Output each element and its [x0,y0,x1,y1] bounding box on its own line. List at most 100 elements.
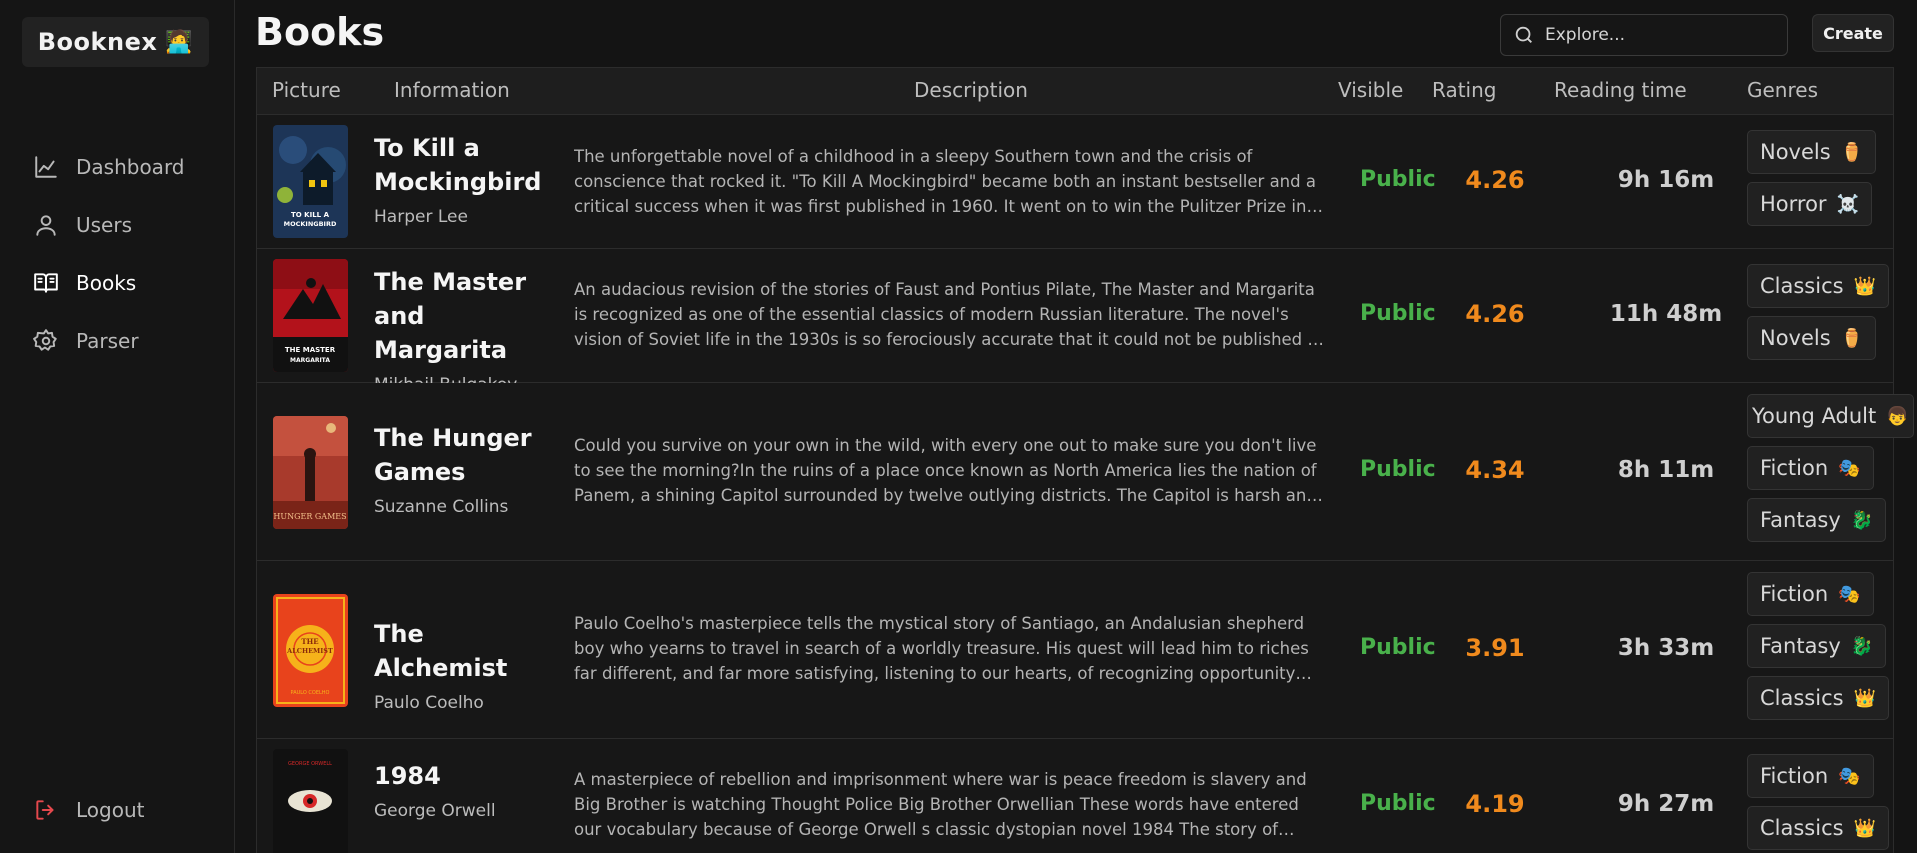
sidebar-item-users[interactable]: Users [0,196,235,254]
svg-text:GEORGE ORWELL: GEORGE ORWELL [288,761,332,767]
book-title[interactable]: The Alchemist [374,617,564,685]
create-button[interactable]: Create [1812,14,1894,52]
logout-section: Logout [0,781,235,839]
main-content: Books Create Picture Information Descrip… [235,0,1917,853]
sidebar-item-label: Books [76,271,137,295]
book-title[interactable]: 1984 [374,759,564,793]
reading-time: 9h 27m [1617,791,1715,817]
book-description: The unforgettable novel of a childhood i… [574,147,1316,216]
logout-icon [32,796,60,824]
book-info: The Hunger Games Suzanne Collins [374,421,564,517]
table-row[interactable]: GEORGE ORWELL 1984 George Orwell A maste… [257,739,1893,853]
book-author: Paulo Coelho [374,693,484,713]
visibility-status: Public [1360,167,1436,192]
search-input[interactable] [1545,25,1775,45]
visibility-status: Public [1360,301,1436,326]
book-rating: 4.26 [1465,300,1525,328]
reading-time: 3h 33m [1617,635,1715,661]
table-row[interactable]: TO KILL A MOCKINGBIRD To Kill a Mockingb… [257,115,1893,249]
column-header-genres[interactable]: Genres [1747,78,1818,102]
genre-list: Classics 👑 Novels ⚱️ [1747,264,1889,368]
reading-time: 9h 16m [1617,167,1715,193]
logout-button[interactable]: Logout [0,781,235,839]
book-cover[interactable]: THE MASTER MARGARITA [273,259,348,372]
reading-time: 8h 11m [1617,457,1715,483]
brand-emoji: 🧑‍💻 [165,29,194,55]
brand-name: Booknex [37,28,158,56]
book-rating: 4.19 [1465,790,1525,818]
book-rating: 3.91 [1465,634,1525,662]
page-title: Books [255,10,385,54]
table-row[interactable]: THE MASTER MARGARITA The Master and Marg… [257,249,1893,395]
book-info: 1984 George Orwell [374,759,564,821]
book-description: Paulo Coelho's masterpiece tells the mys… [574,614,1309,683]
visibility-status: Public [1360,635,1436,660]
sidebar: Booknex 🧑‍💻 Dashboard Users Books [0,0,235,853]
genre-tag[interactable]: Young Adult 👦 [1747,394,1914,438]
book-cover[interactable]: THE ALCHEMIST PAULO COELHO [273,594,348,707]
column-header-information[interactable]: Information [394,78,510,102]
column-header-rating[interactable]: Rating [1432,78,1496,102]
sidebar-item-books[interactable]: Books [0,254,235,312]
genre-list: Fiction 🎭 Fantasy 🐉 Classics 👑 [1747,572,1889,728]
search-icon [1515,26,1532,43]
table-row[interactable]: THE ALCHEMIST PAULO COELHO The Alchemist… [257,561,1893,739]
book-info: To Kill a Mockingbird Harper Lee [374,131,564,227]
svg-text:PAULO COELHO: PAULO COELHO [291,690,330,696]
book-icon [32,269,60,297]
svg-text:ALCHEMIST: ALCHEMIST [286,647,333,655]
chart-icon [32,153,60,181]
column-header-visible[interactable]: Visible [1338,78,1403,102]
books-table: Picture Information Description Visible … [256,67,1914,853]
brand-logo[interactable]: Booknex 🧑‍💻 [22,17,209,67]
sidebar-item-label: Dashboard [76,155,185,179]
genre-tag[interactable]: Fiction 🎭 [1747,572,1874,616]
sidebar-item-label: Parser [76,329,139,353]
book-cover[interactable]: HUNGER GAMES [273,416,348,529]
genre-tag[interactable]: Fiction 🎭 [1747,446,1874,490]
genre-tag[interactable]: Fiction 🎭 [1747,754,1874,798]
svg-text:HUNGER GAMES: HUNGER GAMES [273,512,346,521]
genre-tag[interactable]: Horror ☠️ [1747,182,1872,226]
book-author: George Orwell [374,801,496,821]
genre-tag[interactable]: Classics 👑 [1747,264,1889,308]
svg-text:TO KILL A: TO KILL A [291,211,330,219]
sidebar-item-dashboard[interactable]: Dashboard [0,138,235,196]
genre-tag[interactable]: Classics 👑 [1747,806,1889,850]
book-cover[interactable]: TO KILL A MOCKINGBIRD [273,125,348,238]
book-description: A masterpiece of rebellion and imprisonm… [574,770,1307,839]
column-header-picture[interactable]: Picture [272,78,341,102]
book-title[interactable]: To Kill a Mockingbird [374,131,564,199]
book-author: Suzanne Collins [374,497,509,517]
genre-tag[interactable]: Fantasy 🐉 [1747,624,1887,668]
table-row[interactable]: HUNGER GAMES The Hunger Games Suzanne Co… [257,383,1914,561]
user-icon [32,211,60,239]
book-title[interactable]: The Master and Margarita [374,265,564,367]
visibility-status: Public [1360,457,1436,482]
book-description: Could you survive on your own in the wil… [574,436,1317,505]
book-author: Harper Lee [374,207,468,227]
table-header: Picture Information Description Visible … [257,68,1893,115]
gear-icon [32,327,60,355]
genre-tag[interactable]: Fantasy 🐉 [1747,498,1887,542]
book-description: An audacious revision of the stories of … [574,280,1323,349]
genre-tag[interactable]: Novels ⚱️ [1747,130,1877,174]
genre-list: Novels ⚱️ Horror ☠️ [1747,130,1877,234]
column-header-description[interactable]: Description [914,78,1028,102]
genre-tag[interactable]: Novels ⚱️ [1747,316,1877,360]
book-rating: 4.26 [1465,166,1525,194]
book-title[interactable]: The Hunger Games [374,421,564,489]
search-box[interactable] [1500,14,1788,56]
logout-label: Logout [76,798,145,822]
sidebar-item-parser[interactable]: Parser [0,312,235,370]
genre-tag[interactable]: Classics 👑 [1747,676,1889,720]
book-info: The Master and Margarita Mikhail Bulgako… [374,265,564,395]
book-cover[interactable]: GEORGE ORWELL [273,749,348,853]
book-rating: 4.34 [1465,456,1525,484]
column-header-reading-time[interactable]: Reading time [1554,78,1687,102]
reading-time: 11h 48m [1609,301,1723,327]
genre-list: Young Adult 👦 Fiction 🎭 Fantasy 🐉 [1747,394,1914,550]
sidebar-nav: Dashboard Users Books Parser [0,138,235,370]
svg-text:THE: THE [301,637,318,646]
svg-text:MARGARITA: MARGARITA [290,357,330,364]
